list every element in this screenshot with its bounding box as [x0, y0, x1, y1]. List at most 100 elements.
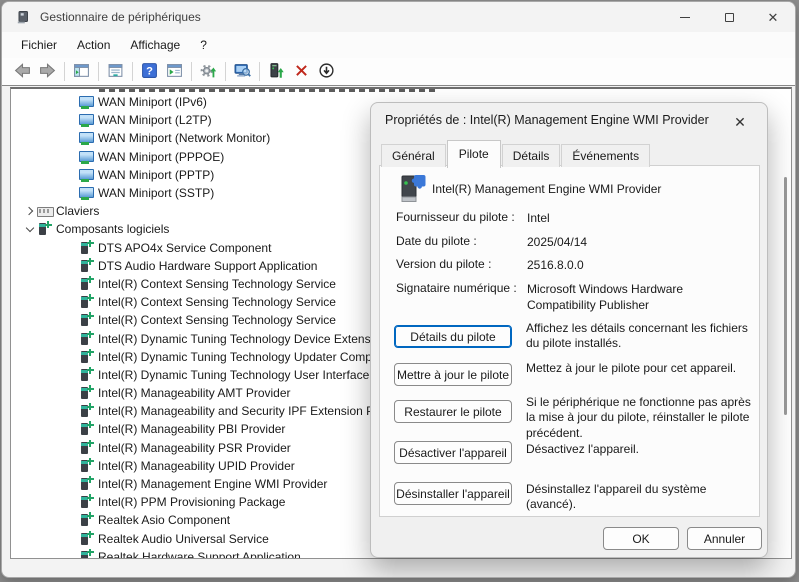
device-manager-app-icon — [15, 9, 31, 25]
maximize-button[interactable] — [707, 2, 751, 32]
toolbar-separator — [132, 62, 133, 81]
toolbar-search-devices-button[interactable] — [230, 60, 255, 84]
software-device-icon — [79, 404, 94, 418]
tab--v-nements[interactable]: Événements — [561, 144, 650, 167]
tree-item-label: Intel(R) Dynamic Tuning Technology User … — [98, 368, 369, 382]
tree-item-label: Intel(R) Context Sensing Technology Serv… — [98, 295, 336, 309]
partial-row-artifact — [99, 89, 439, 92]
forward-icon — [39, 62, 56, 82]
toolbar-uninstall-device-button[interactable] — [289, 60, 314, 84]
désinstaller-l-appareil-button[interactable]: Désinstaller l'appareil — [394, 482, 512, 505]
network-device-icon — [79, 95, 94, 109]
menu-affichage[interactable]: Affichage — [120, 34, 190, 56]
tree-item-label: Intel(R) Context Sensing Technology Serv… — [98, 313, 336, 327]
toolbar-disable-device-button[interactable] — [314, 60, 339, 84]
chevron-spacer — [65, 495, 79, 509]
désactiver-l-appareil-button[interactable]: Désactiver l'appareil — [394, 441, 512, 464]
toolbar: ? — [2, 58, 795, 86]
network-device-icon — [79, 131, 94, 145]
toolbar-export-list-button[interactable] — [162, 60, 187, 84]
field-value: 2516.8.0.0 — [527, 257, 751, 273]
tree-item-label: WAN Miniport (PPPOE) — [98, 150, 224, 164]
network-device-icon — [79, 113, 94, 127]
tree-item-label: WAN Miniport (IPv6) — [98, 95, 207, 109]
chevron-spacer — [65, 295, 79, 309]
device-manager-window: Gestionnaire de périphériques ✕ Fichier … — [1, 1, 796, 578]
software-device-icon — [79, 513, 94, 527]
tree-scrollbar-thumb[interactable] — [784, 177, 787, 415]
chevron-spacer — [65, 113, 79, 127]
software-component-icon — [395, 172, 429, 206]
field-label: Signataire numérique : — [396, 281, 527, 313]
chevron-spacer — [65, 386, 79, 400]
toolbar-console-tree-button[interactable] — [69, 60, 94, 84]
chevron-spacer — [65, 277, 79, 291]
menu-action[interactable]: Action — [67, 34, 120, 56]
toolbar-update-driver-button[interactable] — [264, 60, 289, 84]
tree-item-label: DTS Audio Hardware Support Application — [98, 259, 317, 273]
ok-button[interactable]: OK — [603, 527, 679, 550]
chevron-spacer — [65, 513, 79, 527]
field-label: Date du pilote : — [396, 234, 527, 250]
chevron-spacer — [65, 150, 79, 164]
restaurer-le-pilote-button[interactable]: Restaurer le pilote — [394, 400, 512, 423]
chevron-spacer — [65, 441, 79, 455]
chevron-spacer — [65, 368, 79, 382]
software-device-icon — [79, 332, 94, 346]
svg-text:?: ? — [146, 65, 153, 77]
close-button[interactable]: ✕ — [751, 2, 795, 32]
tab-pilote[interactable]: Pilote — [447, 140, 501, 168]
toolbar-scan-hardware-changes-button[interactable] — [196, 60, 221, 84]
software-device-icon — [79, 441, 94, 455]
chevron-spacer — [65, 550, 79, 559]
tree-item-label: Claviers — [56, 204, 99, 218]
toolbar-help-button[interactable]: ? — [137, 60, 162, 84]
driver-field-row: Fournisseur du pilote :Intel — [396, 210, 751, 226]
chevron-spacer — [65, 422, 79, 436]
close-icon: ✕ — [734, 114, 746, 131]
toolbar-separator — [98, 62, 99, 81]
tab-d-tails[interactable]: Détails — [502, 144, 561, 167]
search-devices-icon — [234, 62, 251, 82]
toolbar-separator — [64, 62, 65, 81]
software-device-icon — [79, 495, 94, 509]
network-device-icon — [79, 168, 94, 182]
chevron-spacer — [65, 241, 79, 255]
tree-item-label: Intel(R) Context Sensing Technology Serv… — [98, 277, 336, 291]
software-device-icon — [37, 222, 52, 236]
tree-item-label: Intel(R) Dynamic Tuning Technology Devic… — [98, 332, 373, 346]
titlebar: Gestionnaire de périphériques ✕ — [2, 2, 795, 32]
chevron-spacer — [65, 459, 79, 473]
tree-item-label: Intel(R) Manageability PBI Provider — [98, 422, 285, 436]
cancel-button[interactable]: Annuler — [687, 527, 762, 550]
détails-du-pilote-button[interactable]: Détails du pilote — [394, 325, 512, 348]
field-label: Version du pilote : — [396, 257, 527, 273]
software-device-icon — [79, 368, 94, 382]
software-device-icon — [79, 277, 94, 291]
mettre-à-jour-le-pilote-button[interactable]: Mettre à jour le pilote — [394, 363, 512, 386]
tree-item-label: Intel(R) Manageability AMT Provider — [98, 386, 291, 400]
software-device-icon — [79, 313, 94, 327]
chevron-spacer — [65, 168, 79, 182]
chevron-right-icon[interactable] — [23, 204, 37, 218]
chevron-glyph — [26, 224, 34, 232]
toolbar-forward-button[interactable] — [35, 60, 60, 84]
software-device-icon — [79, 350, 94, 364]
action-description: Si le périphérique ne fonctionne pas apr… — [526, 395, 754, 441]
software-device-icon — [79, 532, 94, 546]
minimize-button[interactable] — [663, 2, 707, 32]
scan-hardware-changes-icon — [200, 62, 217, 82]
chevron-down-icon[interactable] — [23, 222, 37, 236]
toolbar-properties-button[interactable] — [103, 60, 128, 84]
tab-g-n-ral[interactable]: Général — [381, 144, 446, 167]
tree-item-label: Intel(R) Management Engine WMI Provider — [98, 477, 327, 491]
update-driver-icon — [268, 62, 285, 82]
dialog-close-button[interactable]: ✕ — [727, 110, 753, 134]
menu-help[interactable]: ? — [190, 34, 217, 56]
toolbar-back-button[interactable] — [10, 60, 35, 84]
software-device-icon — [79, 259, 94, 273]
driver-field-row: Date du pilote :2025/04/14 — [396, 234, 751, 250]
tree-item-label: Intel(R) Manageability and Security IPF … — [98, 404, 378, 418]
menubar: Fichier Action Affichage ? — [2, 32, 795, 58]
menu-fichier[interactable]: Fichier — [11, 34, 67, 56]
